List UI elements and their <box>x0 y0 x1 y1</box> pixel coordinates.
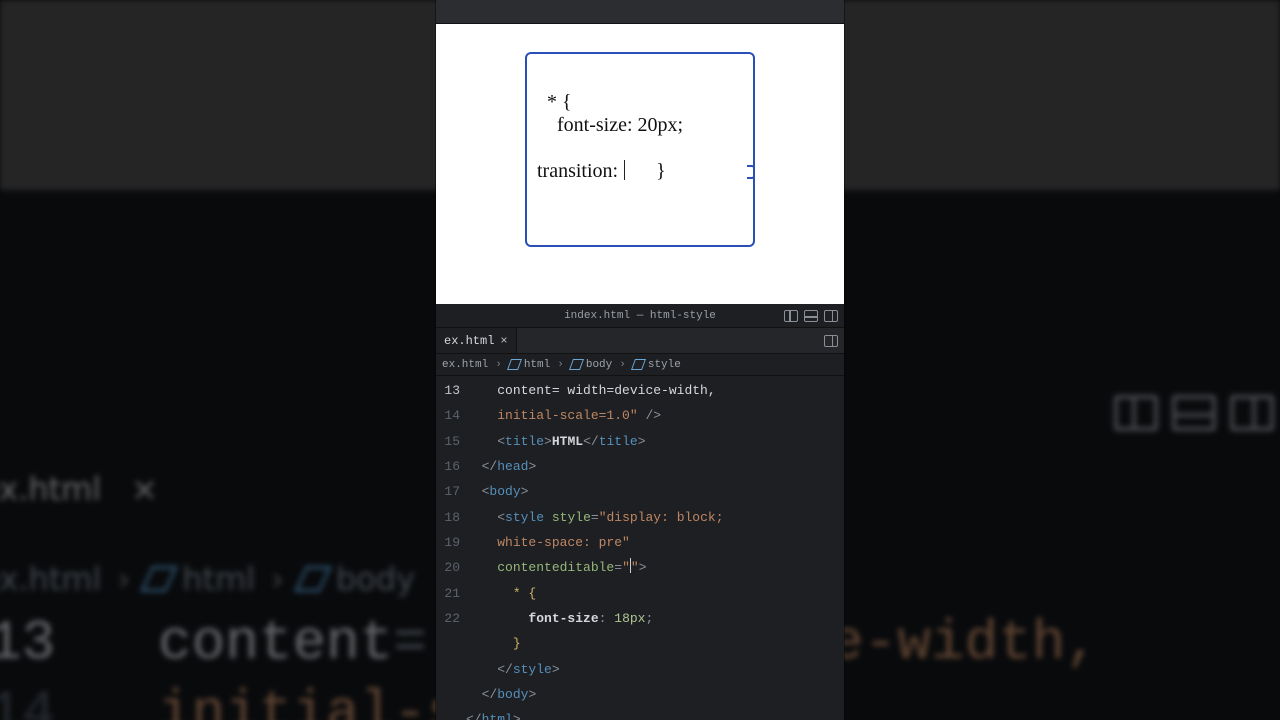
code-area[interactable]: content= width=device-width, initial-sca… <box>466 378 844 720</box>
layout-bottom-icon[interactable] <box>804 310 818 322</box>
page-line-4-post: } <box>626 160 666 182</box>
layout-left-icon <box>1114 395 1158 431</box>
page-line-2: font-size: 20px; <box>537 114 683 136</box>
layout-right-icon[interactable] <box>824 310 838 322</box>
bg-tab-name: ex.html <box>0 470 101 508</box>
cube-icon <box>140 566 178 592</box>
rendered-page: * { font-size: 20px; transition: } <box>436 24 844 304</box>
crumb-3[interactable]: style <box>648 359 681 371</box>
bg-crumb-1: html <box>182 560 255 598</box>
layout-right-icon <box>1230 395 1274 431</box>
phone-crop: * { font-size: 20px; transition: } index… <box>436 0 844 720</box>
text-cursor-icon <box>624 160 625 180</box>
bg-crumb-0: dex.html <box>0 560 101 598</box>
editor-body[interactable]: 13141516171819202122 content= width=devi… <box>436 376 844 720</box>
crumb-0[interactable]: ex.html <box>442 359 488 371</box>
page-line-4-pre: transition: <box>537 160 623 182</box>
code-editor: index.html — html-style ex.html × ex.htm… <box>436 304 844 720</box>
tab-label: ex.html <box>444 334 494 348</box>
close-icon: × <box>131 470 158 508</box>
line-gutter: 13141516171819202122 <box>436 378 466 720</box>
cube-icon <box>507 359 522 370</box>
editor-titlebar: index.html — html-style <box>436 304 844 328</box>
bg-gutter: 1314 <box>0 608 48 720</box>
editor-tabbar: ex.html × <box>436 328 844 354</box>
crumb-1[interactable]: html <box>524 359 550 371</box>
editable-style-box[interactable]: * { font-size: 20px; transition: } <box>525 52 755 247</box>
layout-left-icon[interactable] <box>784 310 798 322</box>
crumb-2[interactable]: body <box>586 359 612 371</box>
cube-icon <box>631 359 646 370</box>
browser-chrome <box>436 0 844 24</box>
close-icon[interactable]: × <box>500 334 507 348</box>
tab-index-html[interactable]: ex.html × <box>436 328 517 353</box>
page-line-1: * { <box>537 91 572 113</box>
cube-icon <box>569 359 584 370</box>
editor-title: index.html — html-style <box>564 310 716 322</box>
focus-notch-icon <box>747 165 755 179</box>
cube-icon <box>294 566 332 592</box>
bg-crumb-2: body <box>336 560 415 598</box>
breadcrumb: ex.html html body style <box>436 354 844 376</box>
layout-bottom-icon <box>1172 395 1216 431</box>
split-right-icon[interactable] <box>824 335 838 347</box>
